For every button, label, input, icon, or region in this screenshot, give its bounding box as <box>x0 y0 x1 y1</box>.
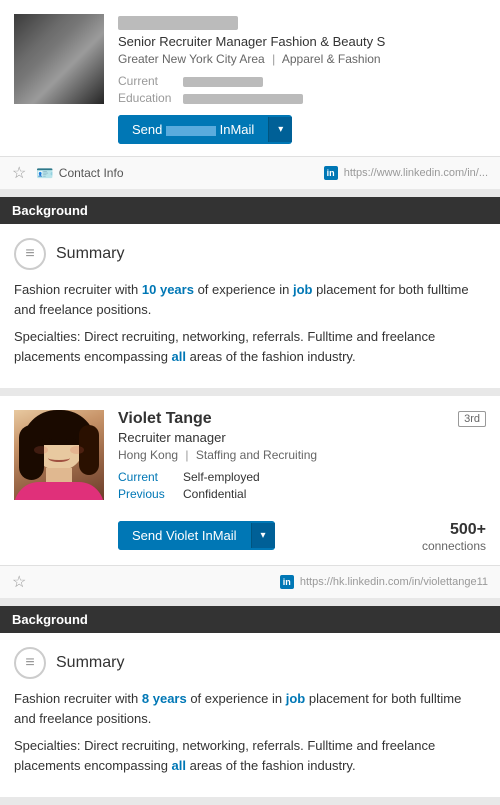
profile-info-2: Violet Tange Recruiter manager Hong Kong… <box>118 410 486 553</box>
send-inmail-button-2[interactable]: Send Violet InMail ▾ <box>118 521 275 550</box>
highlight-job-2: job <box>286 691 306 706</box>
profile-current-row-1: Current <box>118 74 486 88</box>
profile-industry-1: Apparel & Fashion <box>282 52 381 66</box>
current-value-blurred-1 <box>183 77 263 87</box>
background-section-2: Background ≡ Summary Fashion recruiter w… <box>0 606 500 797</box>
profile-meta-1: Greater New York City Area | Apparel & F… <box>118 52 486 66</box>
previous-value-2: Confidential <box>183 487 246 501</box>
summary-text-1b: Specialties: Direct recruiting, networki… <box>14 327 486 366</box>
highlight-job-1: job <box>293 282 313 297</box>
summary-heading-2: Summary <box>56 654 124 672</box>
previous-label-2: Previous <box>118 487 183 501</box>
education-value-1 <box>183 91 303 105</box>
connections-count-2: 500+ connections <box>422 521 486 553</box>
highlight-all-1: all <box>172 349 186 364</box>
separator-1: | <box>272 52 275 66</box>
profile-photo-1 <box>14 14 104 104</box>
toolbar-url-2: in https://hk.linkedin.com/in/violettang… <box>280 575 488 589</box>
profile-location-2: Hong Kong <box>118 448 178 462</box>
section-content-2: ≡ Summary Fashion recruiter with 8 years… <box>0 633 500 797</box>
profile-name-1 <box>118 14 486 32</box>
summary-title-2: ≡ Summary <box>14 647 486 679</box>
profile-meta-2: Hong Kong | Staffing and Recruiting <box>118 448 317 462</box>
separator-2: | <box>185 448 188 462</box>
profile-name-2: Violet Tange <box>118 410 317 428</box>
education-value-blurred-1 <box>183 94 303 104</box>
profile-industry-2: Staffing and Recruiting <box>196 448 317 462</box>
summary-text-2a: Fashion recruiter with 8 years of experi… <box>14 689 486 728</box>
send-btn-dropdown-2[interactable]: ▾ <box>251 523 275 548</box>
connections-label-2: connections <box>422 539 486 553</box>
send-name-blurred-1 <box>166 126 216 136</box>
background-section-1: Background ≡ Summary Fashion recruiter w… <box>0 197 500 388</box>
current-label-2: Current <box>118 470 183 484</box>
send-inmail-button-1[interactable]: Send InMail ▾ <box>118 115 292 144</box>
highlight-years-1: 10 years <box>142 282 194 297</box>
profile-current-row-2: Current Self-employed <box>118 470 317 484</box>
summary-icon-1: ≡ <box>14 238 46 270</box>
degree-badge-2: 3rd <box>458 411 486 427</box>
star-icon-1[interactable]: ☆ <box>12 163 26 183</box>
summary-title-1: ≡ Summary <box>14 238 486 270</box>
current-label-1: Current <box>118 74 183 88</box>
send-btn-main-1[interactable]: Send InMail <box>118 115 268 144</box>
section-header-2: Background <box>0 606 500 633</box>
profile-title-1: Senior Recruiter Manager Fashion & Beaut… <box>118 34 486 49</box>
li-icon-2: in <box>280 575 294 589</box>
profile-degree-block-2: 3rd <box>458 410 486 425</box>
profile-details-2: Current Self-employed Previous Confident… <box>118 470 317 501</box>
li-icon-1: in <box>324 166 338 180</box>
profile-card-2: Violet Tange Recruiter manager Hong Kong… <box>0 396 500 598</box>
highlight-years-2: 8 years <box>142 691 187 706</box>
highlight-all-2: all <box>172 758 186 773</box>
profile-location-1: Greater New York City Area <box>118 52 265 66</box>
current-value-1 <box>183 74 263 88</box>
profile-previous-row-2: Previous Confidential <box>118 487 317 501</box>
section-content-1: ≡ Summary Fashion recruiter with 10 year… <box>0 224 500 388</box>
send-btn-main-2[interactable]: Send Violet InMail <box>118 521 251 550</box>
education-label-1: Education <box>118 91 183 105</box>
profile-info-1: Senior Recruiter Manager Fashion & Beaut… <box>118 14 486 144</box>
profile-toolbar-1: ☆ 🪪 Contact Info in https://www.linkedin… <box>0 156 500 189</box>
summary-heading-1: Summary <box>56 245 124 263</box>
send-btn-dropdown-1[interactable]: ▾ <box>268 117 292 142</box>
summary-text-1a: Fashion recruiter with 10 years of exper… <box>14 280 486 319</box>
profile-education-row-1: Education <box>118 91 486 105</box>
profile-header-2: Violet Tange Recruiter manager Hong Kong… <box>0 396 500 565</box>
profile-card-1: Senior Recruiter Manager Fashion & Beaut… <box>0 0 500 189</box>
send-row-2: Send Violet InMail ▾ 500+ connections <box>118 517 486 553</box>
profile-toolbar-2: ☆ in https://hk.linkedin.com/in/violetta… <box>0 565 500 598</box>
profile-details-1: Current Education <box>118 74 486 105</box>
summary-text-2b: Specialties: Direct recruiting, networki… <box>14 736 486 775</box>
star-icon-2[interactable]: ☆ <box>12 572 26 592</box>
section-header-1: Background <box>0 197 500 224</box>
connections-number-2: 500+ <box>422 521 486 539</box>
contact-info-button-1[interactable]: 🪪 Contact Info <box>36 165 123 182</box>
profile-photo-2 <box>14 410 104 500</box>
profile-title-2: Recruiter manager <box>118 430 317 445</box>
contact-info-label-1: Contact Info <box>59 166 124 180</box>
profile-name-blurred-1 <box>118 16 238 30</box>
profile-header-1: Senior Recruiter Manager Fashion & Beaut… <box>0 0 500 156</box>
contact-icon-1: 🪪 <box>36 165 53 182</box>
current-value-2: Self-employed <box>183 470 260 484</box>
toolbar-url-1: in https://www.linkedin.com/in/... <box>324 166 488 180</box>
send-inmail-row-1: Send InMail ▾ <box>118 115 486 144</box>
summary-icon-2: ≡ <box>14 647 46 679</box>
